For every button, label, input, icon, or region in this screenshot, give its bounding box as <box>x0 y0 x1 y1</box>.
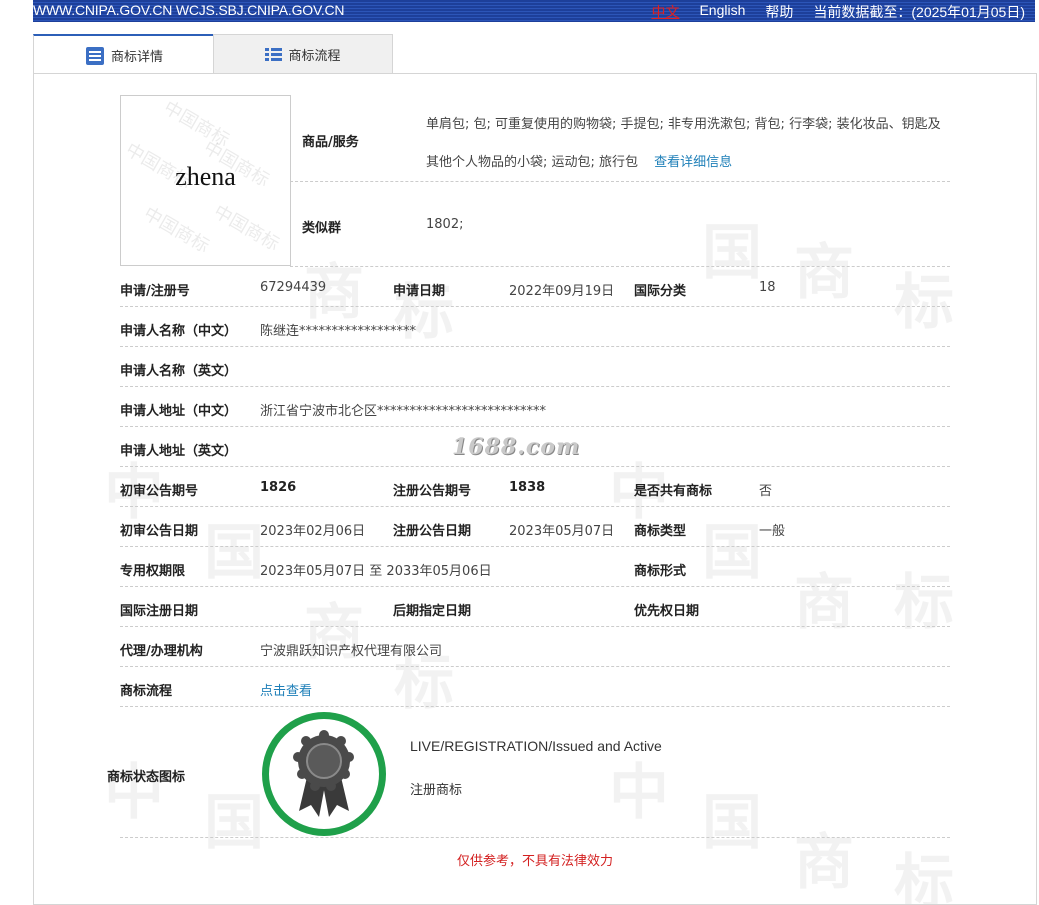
divider <box>120 666 950 667</box>
prelim-date-label: 初审公告日期 <box>120 524 199 539</box>
trademark-logo-text: zhena <box>175 162 236 191</box>
divider <box>120 466 950 467</box>
later-date-label: 后期指定日期 <box>393 604 472 619</box>
status-icon-label: 商标状态图标 <box>107 770 186 785</box>
divider <box>120 506 950 507</box>
divider <box>290 181 950 182</box>
address-cn-label: 申请人地址（中文） <box>120 404 238 419</box>
bg-watermark: 国 <box>702 518 762 588</box>
bg-watermark: 国 <box>204 788 264 858</box>
status-english: LIVE/REGISTRATION/Issued and Active <box>410 738 662 754</box>
watermark-1688: 1688.com <box>452 434 581 460</box>
tab-bar: 商标详情 商标流程 <box>33 34 393 75</box>
tab-label: 商标详情 <box>110 50 163 65</box>
prelim-date-value: 2023年02月06日 <box>260 524 366 539</box>
intl-reg-date-label: 国际注册日期 <box>120 604 199 619</box>
apply-date-label: 申请日期 <box>393 284 446 299</box>
divider <box>120 306 950 307</box>
top-bar: WWW.CNIPA.GOV.CN WCJS.SBJ.CNIPA.GOV.CN 中… <box>33 0 1035 22</box>
lang-english-link[interactable]: English <box>699 2 745 22</box>
address-en-label: 申请人地址（英文） <box>120 444 238 459</box>
intl-class-value: 18 <box>759 280 776 295</box>
bg-watermark: 国 <box>702 788 762 858</box>
shared-value: 否 <box>759 484 773 499</box>
tm-type-value: 一般 <box>759 524 786 539</box>
goods-value: 单肩包; 包; 可重复使用的购物袋; 手提包; 非专用洗漱包; 背包; 行李袋;… <box>426 106 951 182</box>
tab-trademark-detail[interactable]: 商标详情 <box>33 34 215 75</box>
goods-label: 商品/服务 <box>302 135 359 150</box>
detail-panel: 国 商 标 商 标 中 国 商 标 中 国 商 标 中 国 中 国 商 标 中国… <box>33 73 1037 905</box>
applicant-cn-value: 陈继连****************** <box>260 324 417 339</box>
agent-value: 宁波鼎跃知识产权代理有限公司 <box>260 644 443 659</box>
reg-pub-date-value: 2023年05月07日 <box>509 524 615 539</box>
divider <box>120 386 950 387</box>
bg-watermark: 标 <box>894 268 954 338</box>
agent-label: 代理/办理机构 <box>120 644 203 659</box>
reg-pub-no-value: 1838 <box>509 480 546 495</box>
view-detail-link[interactable]: 查看详细信息 <box>654 155 732 170</box>
flow-label: 商标流程 <box>120 684 173 699</box>
bg-watermark: 国 <box>204 518 264 588</box>
divider <box>120 346 950 347</box>
reg-pub-date-label: 注册公告日期 <box>393 524 472 539</box>
applicant-cn-label: 申请人名称（中文） <box>120 324 238 339</box>
divider <box>120 586 950 587</box>
data-date: 当前数据截至：(2025年01月05日) <box>813 4 1025 20</box>
bg-watermark: 中 <box>104 758 164 828</box>
registered-seal-icon <box>262 712 386 836</box>
help-link[interactable]: 帮助 <box>765 2 793 22</box>
status-chinese: 注册商标 <box>410 783 463 798</box>
list-bullets-icon <box>265 47 283 61</box>
reg-pub-no-label: 注册公告期号 <box>393 484 472 499</box>
divider <box>120 546 950 547</box>
tab-trademark-flow[interactable]: 商标流程 <box>213 34 393 74</box>
address-cn-value: 浙江省宁波市北仑区************************** <box>260 404 547 419</box>
bg-watermark: 标 <box>894 568 954 638</box>
tab-label: 商标流程 <box>288 49 341 64</box>
top-bar-right: 中文 English 帮助 当前数据截至：(2025年01月05日) <box>651 2 1025 22</box>
divider <box>120 837 950 838</box>
bg-watermark: 标 <box>894 848 954 905</box>
applicant-en-label: 申请人名称（英文） <box>120 364 238 379</box>
divider <box>120 426 950 427</box>
priority-date-label: 优先权日期 <box>634 604 700 619</box>
site-urls: WWW.CNIPA.GOV.CN WCJS.SBJ.CNIPA.GOV.CN <box>33 2 345 18</box>
logo-watermark: 中国商标 <box>209 201 283 256</box>
divider <box>290 266 950 267</box>
trademark-image[interactable]: 中国商标 中国商标 中国商标 中国商标 中国商标 zhena <box>120 95 291 266</box>
reg-no-label: 申请/注册号 <box>120 284 190 299</box>
lang-chinese-link[interactable]: 中文 <box>651 2 679 22</box>
award-ribbon-icon <box>293 730 354 817</box>
tm-form-label: 商标形式 <box>634 564 687 579</box>
apply-date-value: 2022年09月19日 <box>509 284 615 299</box>
divider <box>120 626 950 627</box>
bg-watermark: 商 <box>794 238 854 308</box>
similar-group-value: 1802; <box>426 217 464 232</box>
term-label: 专用权期限 <box>120 564 186 579</box>
bg-watermark: 中 <box>609 758 669 828</box>
reg-no-value: 67294439 <box>260 280 327 295</box>
tm-type-label: 商标类型 <box>634 524 687 539</box>
divider <box>120 706 950 707</box>
logo-watermark: 中国商标 <box>139 203 213 258</box>
disclaimer: 仅供参考，不具有法律效力 <box>456 854 613 869</box>
similar-group-label: 类似群 <box>302 221 342 236</box>
prelim-no-label: 初审公告期号 <box>120 484 199 499</box>
list-doc-icon <box>85 46 104 65</box>
intl-class-label: 国际分类 <box>634 284 687 299</box>
flow-link[interactable]: 点击查看 <box>260 680 312 699</box>
prelim-no-value: 1826 <box>260 480 297 495</box>
shared-label: 是否共有商标 <box>634 484 713 499</box>
bg-watermark: 国 <box>702 218 762 288</box>
bg-watermark: 商 <box>794 568 854 638</box>
term-value: 2023年05月07日 至 2033年05月06日 <box>260 564 492 579</box>
